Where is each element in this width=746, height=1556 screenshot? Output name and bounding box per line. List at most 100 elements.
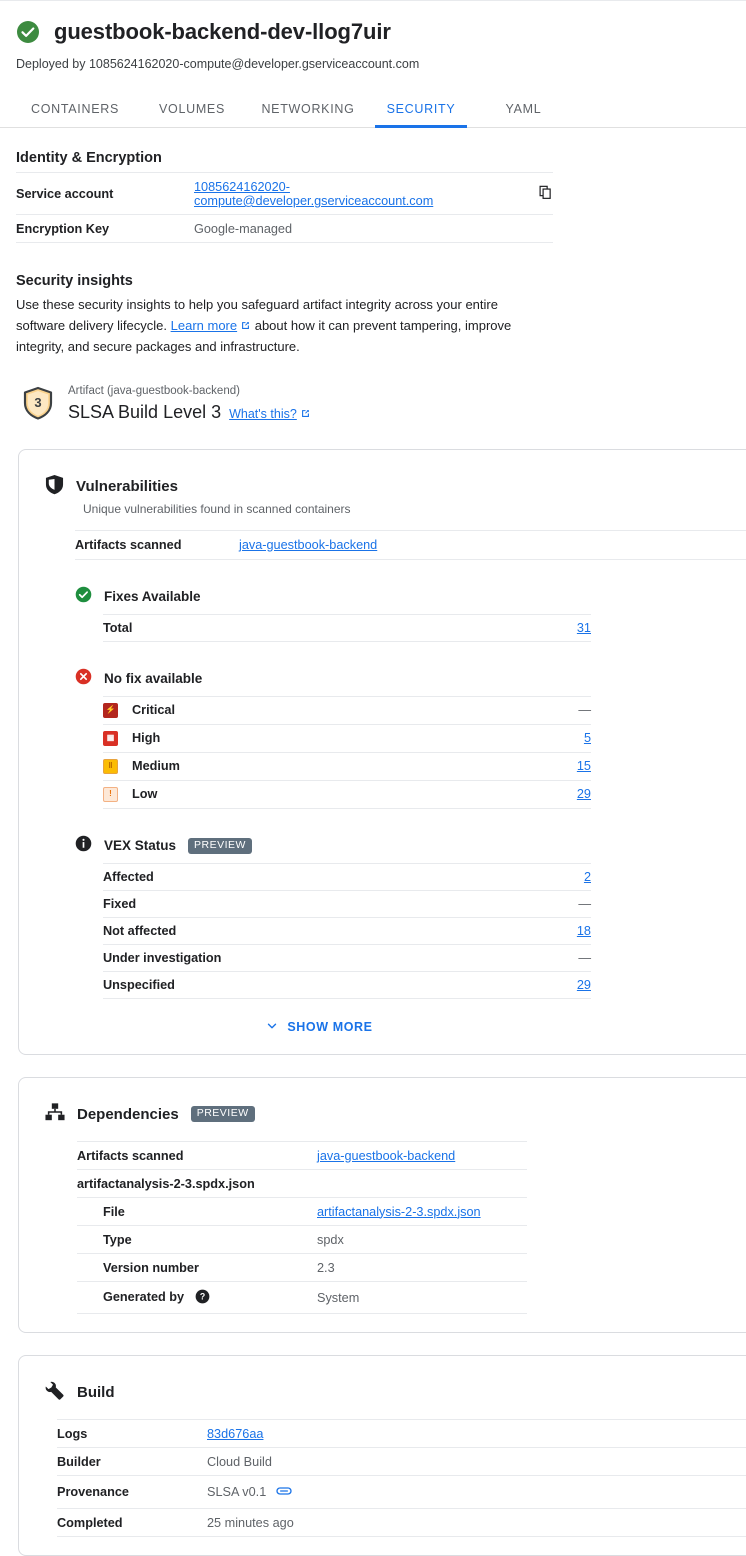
wrench-icon [45, 1380, 65, 1405]
severity-critical-value: — [521, 695, 591, 725]
table-row: Fixed — [103, 890, 591, 918]
severity-high-value-link[interactable]: 5 [584, 731, 591, 745]
severity-critical-icon: ⚡ [103, 702, 118, 718]
vex-unspecified-label: Unspecified [103, 971, 521, 999]
help-icon[interactable]: ? [195, 1289, 210, 1307]
vex-affected-value-link[interactable]: 2 [584, 870, 591, 884]
show-more-label: SHOW MORE [287, 1020, 373, 1034]
security-insights-paragraph: Use these security insights to help you … [16, 295, 536, 358]
severity-low-value-link[interactable]: 29 [577, 787, 591, 801]
table-row: artifactanalysis-2-3.spdx.json [77, 1169, 527, 1198]
slsa-artifact-label: Artifact (java-guestbook-backend) [68, 384, 240, 397]
identity-table: Service account 1085624162020-compute@de… [16, 172, 553, 243]
vex-affected-label: Affected [103, 862, 521, 891]
build-card-header: Build [19, 1374, 746, 1405]
dep-file-link[interactable]: artifactanalysis-2-3.spdx.json [317, 1205, 481, 1219]
build-logs-value-cell: 83d676aa [207, 1418, 746, 1448]
build-table: Logs 83d676aa Builder Cloud Build Proven… [57, 1418, 746, 1537]
dep-file-label: File [77, 1197, 317, 1226]
vulnerabilities-card: Vulnerabilities Unique vulnerabilities f… [18, 448, 746, 1055]
table-row: Logs 83d676aa [57, 1418, 746, 1448]
build-logs-link[interactable]: 83d676aa [207, 1427, 263, 1441]
vex-status-title: VEX Status [104, 838, 177, 853]
fixes-available-title: Fixes Available [104, 589, 201, 604]
table-row: Generated by ? System [77, 1281, 527, 1314]
tab-yaml[interactable]: YAML [476, 102, 571, 127]
no-fix-available-table: ⚡ Critical — ▦ High 5 ‖ Medium 15 ! Low … [103, 695, 591, 809]
shield-icon [45, 474, 64, 500]
table-row: ‖ Medium 15 [103, 752, 591, 781]
dep-artifacts-scanned-label: Artifacts scanned [77, 1140, 317, 1170]
org-chart-icon [45, 1102, 65, 1127]
severity-high-label: High [132, 731, 161, 745]
check-circle-icon [75, 586, 92, 608]
dep-file-value-cell: artifactanalysis-2-3.spdx.json [317, 1197, 527, 1226]
vex-not-affected-label: Not affected [103, 917, 521, 945]
dep-generated-by-cell: Generated by ? [77, 1281, 317, 1314]
table-row: Affected 2 [103, 862, 591, 891]
severity-high-cell: ▦ High [103, 724, 521, 753]
artifacts-scanned-label: Artifacts scanned [75, 529, 239, 560]
severity-low-value-cell: 29 [521, 780, 591, 809]
artifacts-scanned-value-cell: java-guestbook-backend [239, 529, 746, 560]
fixes-available-header: Fixes Available [75, 586, 746, 608]
slsa-badge-row: 3 Artifact (java-guestbook-backend) SLSA… [22, 384, 730, 427]
build-completed-value: 25 minutes ago [207, 1508, 746, 1537]
link-chip-icon[interactable] [276, 1483, 292, 1502]
table-row: Encryption Key Google-managed [16, 214, 553, 243]
vulnerabilities-subtitle: Unique vulnerabilities found in scanned … [83, 501, 351, 516]
table-row: Completed 25 minutes ago [57, 1508, 746, 1537]
whats-this-link[interactable]: What's this? [229, 407, 297, 421]
error-circle-icon [75, 668, 92, 690]
severity-high-value-cell: 5 [521, 724, 591, 753]
build-builder-label: Builder [57, 1447, 207, 1476]
slsa-shield-icon: 3 [22, 386, 54, 425]
copy-icon[interactable] [538, 185, 553, 203]
dep-artifacts-scanned-link[interactable]: java-guestbook-backend [317, 1149, 455, 1163]
security-insights-section: Security insights Use these security ins… [0, 273, 746, 427]
check-circle-icon [16, 20, 40, 44]
title-row: guestbook-backend-dev-llog7uir [16, 18, 730, 46]
build-provenance-label: Provenance [57, 1475, 207, 1509]
dependencies-card: Dependencies PREVIEW Artifacts scanned j… [18, 1076, 746, 1333]
build-provenance-value-cell: SLSA v0.1 [207, 1475, 746, 1509]
svg-text:3: 3 [34, 395, 41, 410]
vex-preview-badge: PREVIEW [188, 837, 252, 854]
severity-medium-value-link[interactable]: 15 [577, 759, 591, 773]
vex-not-affected-value-link[interactable]: 18 [577, 924, 591, 938]
severity-low-label: Low [132, 787, 158, 801]
dependencies-preview-badge: PREVIEW [190, 1106, 255, 1122]
tab-bar: CONTAINERS VOLUMES NETWORKING SECURITY Y… [0, 90, 746, 128]
tab-containers[interactable]: CONTAINERS [16, 102, 134, 127]
vex-fixed-label: Fixed [103, 890, 521, 918]
build-provenance-value: SLSA v0.1 [207, 1485, 267, 1499]
tab-volumes[interactable]: VOLUMES [134, 102, 250, 127]
total-label: Total [103, 613, 521, 642]
page-title: guestbook-backend-dev-llog7uir [54, 19, 391, 44]
chevron-down-icon [265, 1019, 279, 1036]
no-fix-available-group: No fix available ⚡ Critical — ▦ High 5 ‖… [75, 668, 746, 809]
vex-unspecified-value-link[interactable]: 29 [577, 978, 591, 992]
service-account-link[interactable]: 1085624162020-compute@developer.gservice… [194, 180, 528, 208]
vulnerabilities-card-header: Vulnerabilities [19, 468, 746, 500]
external-link-icon [240, 317, 251, 338]
build-builder-value: Cloud Build [207, 1447, 746, 1476]
tab-networking[interactable]: NETWORKING [250, 102, 366, 127]
table-row: Artifacts scanned java-guestbook-backend [75, 529, 746, 560]
vex-affected-value-cell: 2 [521, 862, 591, 891]
artifacts-scanned-link[interactable]: java-guestbook-backend [239, 538, 377, 552]
severity-low-cell: ! Low [103, 780, 521, 809]
service-account-value-cell: 1085624162020-compute@developer.gservice… [194, 172, 553, 215]
show-more-button[interactable]: SHOW MORE [75, 1019, 563, 1036]
total-value-cell: 31 [521, 613, 591, 642]
dep-type-value: spdx [317, 1225, 527, 1254]
table-row: Total 31 [103, 613, 591, 642]
vex-fixed-value: — [521, 890, 591, 918]
learn-more-link[interactable]: Learn more [171, 318, 237, 333]
severity-medium-cell: ‖ Medium [103, 752, 521, 781]
tab-security[interactable]: SECURITY [366, 102, 476, 128]
security-insights-heading: Security insights [16, 273, 133, 289]
total-value-link[interactable]: 31 [577, 621, 591, 635]
table-row: Under investigation — [103, 944, 591, 972]
vex-not-affected-value-cell: 18 [521, 917, 591, 945]
